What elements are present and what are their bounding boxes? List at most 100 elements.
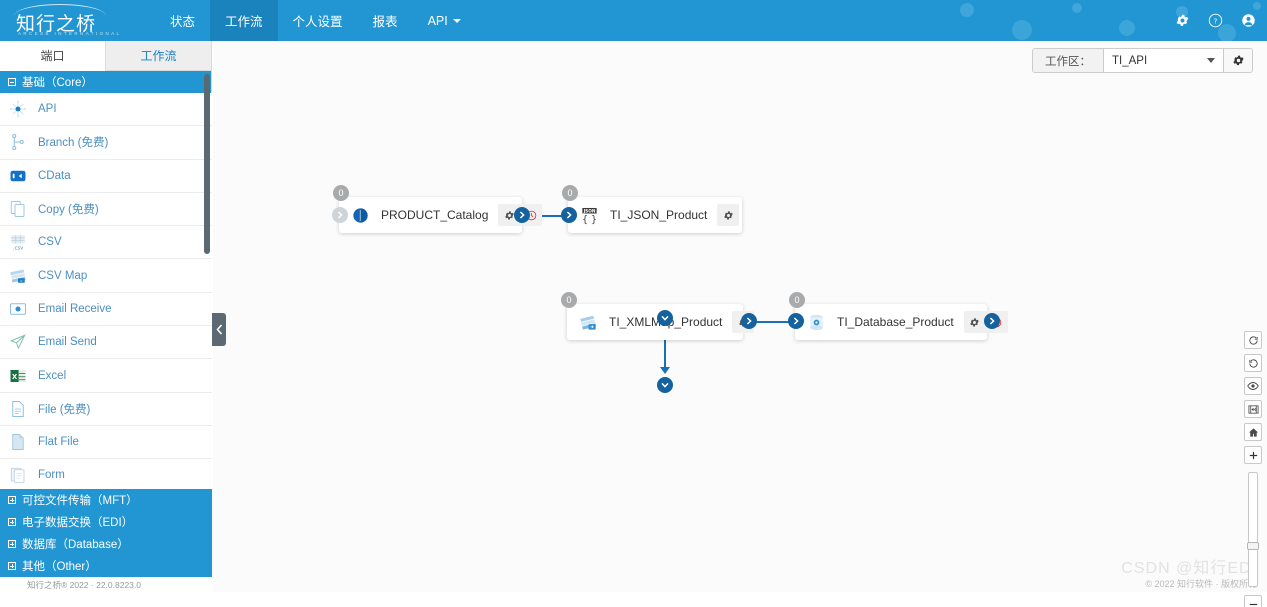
left-sidebar: 端口 工作流 基础（Core） API Branch (免费) CData Co…	[0, 41, 212, 592]
port-item-cdata[interactable]: CData	[0, 159, 212, 193]
logo-subtitle: ARCESB INTERNATIONAL	[18, 31, 122, 36]
port-item-copy[interactable]: Copy (免费)	[0, 192, 212, 227]
port-item-excel[interactable]: X Excel	[0, 359, 212, 393]
user-account-icon[interactable]	[1240, 12, 1257, 29]
node-title: TI_Database_Product	[837, 315, 954, 329]
nav-item-status[interactable]: 状态	[155, 0, 210, 41]
section-header-mft[interactable]: 可控文件传输（MFT）	[0, 489, 212, 511]
nav-item-api[interactable]: API	[413, 0, 476, 41]
node-title: TI_JSON_Product	[610, 208, 708, 222]
header-action-icons: ?	[1174, 0, 1257, 41]
port-item-email-receive[interactable]: Email Receive	[0, 292, 212, 327]
workflow-canvas[interactable]: 工作区： TI_API 0 PRODUCT_Catalog 0 JSON {}…	[213, 41, 1267, 607]
port-item-csv[interactable]: .csv CSV	[0, 226, 212, 260]
gear-icon[interactable]	[717, 204, 739, 226]
zoom-slider-thumb[interactable]	[1247, 542, 1259, 550]
workspace-selector-bar: 工作区： TI_API	[1032, 48, 1253, 73]
nav-item-personal-settings[interactable]: 个人设置	[278, 0, 358, 41]
port-item-api[interactable]: API	[0, 93, 212, 127]
port-label: Email Receive	[38, 302, 112, 315]
nav-item-workflow[interactable]: 工作流	[210, 0, 278, 41]
port-item-csv-map[interactable]: = CSV Map	[0, 259, 212, 293]
flat-file-icon	[8, 432, 28, 452]
node-pending-count-badge: 0	[562, 185, 578, 201]
node-output-port-json-down[interactable]	[657, 310, 673, 326]
fit-to-screen-button[interactable]	[1244, 400, 1262, 418]
zoom-in-icon	[1249, 451, 1257, 459]
node-action-group	[717, 204, 740, 226]
excel-icon: X	[8, 366, 28, 386]
nav-label: 状态	[170, 15, 196, 29]
section-header-database[interactable]: 数据库（Database）	[0, 533, 212, 555]
refresh-icon	[1248, 335, 1258, 345]
node-input-port-database[interactable]	[788, 313, 804, 329]
port-item-flat-file[interactable]: Flat File	[0, 425, 212, 460]
file-icon	[8, 399, 28, 419]
home-icon	[1248, 427, 1258, 437]
preview-button[interactable]	[1244, 377, 1262, 395]
workspace-settings-button[interactable]	[1224, 49, 1252, 72]
node-input-port-xmlmap-top[interactable]	[657, 377, 673, 393]
port-item-file[interactable]: File (免费)	[0, 392, 212, 426]
expand-plus-icon	[8, 518, 16, 526]
nav-label: API	[427, 13, 448, 28]
sidebar-collapse-handle[interactable]	[212, 313, 226, 346]
form-icon	[8, 465, 28, 485]
port-label: Flat File	[38, 436, 79, 449]
undo-button[interactable]	[1244, 354, 1262, 372]
flow-node-ti-xmlmap-product[interactable]: 0 TI_XMLMap_Product	[561, 292, 755, 340]
chevron-down-icon	[661, 382, 669, 388]
svg-text:JSON: JSON	[582, 208, 595, 214]
chevron-right-icon	[337, 211, 343, 219]
node-input-port-catalog[interactable]	[332, 207, 348, 223]
xmlmap-icon	[577, 311, 599, 333]
tab-ports[interactable]: 端口	[0, 41, 105, 71]
port-label: CSV Map	[38, 269, 88, 282]
zoom-slider[interactable]	[1247, 472, 1259, 587]
fit-to-screen-icon	[1248, 404, 1258, 414]
flow-node-product-catalog[interactable]: 0 PRODUCT_Catalog	[333, 185, 543, 233]
section-header-edi[interactable]: 电子数据交换（EDI）	[0, 511, 212, 533]
nav-item-reports[interactable]: 报表	[358, 0, 413, 41]
workspace-value: TI_API	[1112, 54, 1148, 67]
sidebar-scrollbar[interactable]	[204, 74, 210, 254]
flow-node-ti-json-product[interactable]: 0 JSON{ } TI_JSON_Product	[562, 185, 742, 233]
port-item-email-send[interactable]: Email Send	[0, 326, 212, 360]
copy-icon	[8, 199, 28, 219]
workspace-dropdown[interactable]: TI_API	[1104, 49, 1224, 72]
chevron-right-icon	[793, 317, 799, 325]
brand-logo[interactable]: 知行之桥 ARCESB INTERNATIONAL	[10, 2, 130, 40]
tab-workflows[interactable]: 工作流	[105, 41, 211, 71]
port-label: Email Send	[38, 336, 97, 349]
port-item-branch[interactable]: Branch (免费)	[0, 126, 212, 160]
home-button[interactable]	[1244, 423, 1262, 441]
chevron-left-icon	[215, 324, 222, 335]
node-output-port-catalog[interactable]	[514, 207, 530, 223]
section-label: 其他（Other）	[22, 561, 97, 573]
section-label: 电子数据交换（EDI）	[22, 517, 134, 529]
cdata-icon	[8, 166, 28, 186]
gear-icon[interactable]	[964, 311, 986, 333]
section-header-core[interactable]: 基础（Core）	[0, 71, 211, 93]
zoom-in-button[interactable]	[1244, 446, 1262, 464]
chevron-right-icon	[566, 211, 572, 219]
flow-node-ti-database-product[interactable]: 0 TI_Database_Product	[789, 292, 1008, 340]
sidebar-tabs: 端口 工作流	[0, 41, 211, 71]
node-input-port-json[interactable]	[561, 207, 577, 223]
eye-icon	[1247, 382, 1259, 390]
help-icon[interactable]: ?	[1207, 12, 1224, 29]
chevron-right-icon	[519, 211, 525, 219]
zoom-out-icon	[1249, 603, 1257, 605]
node-title: PRODUCT_Catalog	[381, 208, 489, 222]
node-output-port-database[interactable]	[984, 313, 1000, 329]
gear-icon[interactable]	[1174, 12, 1191, 29]
node-output-port-xmlmap[interactable]	[741, 313, 757, 329]
refresh-button[interactable]	[1244, 331, 1262, 349]
port-item-form[interactable]: Form	[0, 459, 212, 493]
canvas-footer: CSDN @知行EDI © 2022 知行软件 · 版权所有	[1121, 559, 1257, 590]
port-label: Excel	[38, 369, 67, 382]
section-header-other[interactable]: 其他（Other）	[0, 555, 212, 577]
expand-plus-icon	[8, 540, 16, 548]
zoom-out-button[interactable]	[1244, 595, 1262, 607]
node-pending-count-badge: 0	[333, 185, 349, 201]
